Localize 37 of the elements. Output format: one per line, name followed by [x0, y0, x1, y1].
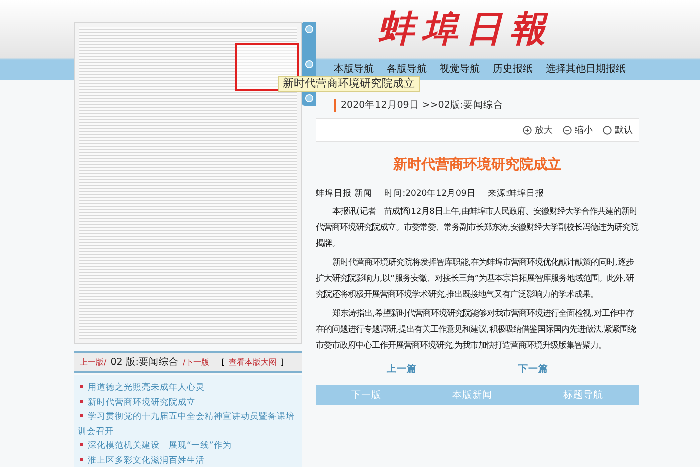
article-nav-link[interactable]: 上一篇 [386, 363, 417, 376]
font-size-option[interactable]: 默认 [603, 124, 633, 136]
prev-page-link[interactable]: 上一版/ [80, 356, 107, 368]
logo: 蚌埠日報 [378, 6, 554, 52]
view-large-link[interactable]: 查看本版大图 [228, 356, 277, 368]
page-label: 02 版:要闻综合 [110, 356, 180, 368]
headline-link[interactable]: 学习贯彻党的十九届五中全会精神宣讲动员暨备课培训会召开 [78, 410, 298, 439]
article-paragraph: 郑东涛指出,希望新时代营商环境研究院能够对我市营商环境进行全面检视,对工作中存在的问题进行专题调研,提出有关工作意见和建议,积极吸纳借鉴国际国内先进做法,紧紧围绕市委市政府中心工作开展营商环境研究,为我市加快打造营商环境升级版集智聚力。 [316, 307, 638, 352]
headline-link[interactable]: 用道德之光照亮未成年人心灵 [78, 381, 298, 396]
nav-link[interactable]: 视觉导航 [440, 62, 480, 76]
nav-link[interactable]: 历史报纸 [493, 62, 533, 76]
nav-link[interactable]: 本版导航 [334, 62, 374, 76]
article-meta: 来源:蚌埠日报 [488, 188, 545, 200]
article-meta: 蚌埠日报 新闻 [316, 188, 373, 200]
font-size-option[interactable]: 缩小 [563, 124, 593, 136]
article-paragraph: 本报讯(记者 苗成韬)12月8日上午,由蚌埠市人民政府、安徽财经大学合作共建的新时代营商环境研究院成立。市委常委、常务副市长郑东涛,安徽财经大学副校长冯德连为研究院揭牌。 [316, 205, 639, 250]
next-page-link[interactable]: /下一版 [183, 356, 210, 368]
article-title: 新时代营商环境研究院成立 [392, 156, 562, 174]
zoom-in-icon [523, 126, 532, 134]
headline-link[interactable]: 深化模范机关建设 展现“一线”作为 [78, 439, 298, 454]
nav-link[interactable]: 各版导航 [387, 62, 427, 76]
article-meta: 时间:2020年12月09日 [384, 188, 476, 200]
headline-link[interactable]: 新时代营商环境研究院成立 [78, 396, 298, 410]
font-size-option[interactable]: 放大 [523, 124, 553, 136]
radio-icon [603, 126, 612, 134]
bracket: ] [280, 358, 284, 366]
article-nav-link[interactable]: 下一篇 [518, 363, 548, 376]
circle-icon [304, 60, 314, 68]
circle-icon [304, 25, 314, 34]
circle-icon [304, 94, 314, 103]
tooltip: 新时代营商环境研究院成立 [278, 76, 420, 92]
nav-link[interactable]: 选择其他日期报纸 [546, 62, 626, 76]
bracket: [ [222, 358, 225, 366]
zoom-out-icon [563, 126, 572, 134]
breadcrumb: 2020年12月09日 >>02版:要闻综合 [334, 99, 639, 112]
article-paragraph: 新时代营商环境研究院将发挥智库职能,在为蚌埠市营商环境优化献计献策的同时,逐步扩大研究院影响力,以“服务安徽、对接长三角”为基本宗旨拓展智库服务地域范围。此外,研究院还将积极开展营商环境学术研究,推出既接地气又有广泛影响力的学术成果。 [316, 256, 636, 301]
headline-link[interactable]: 淮上区多彩文化滋润百姓生活 [78, 454, 298, 467]
